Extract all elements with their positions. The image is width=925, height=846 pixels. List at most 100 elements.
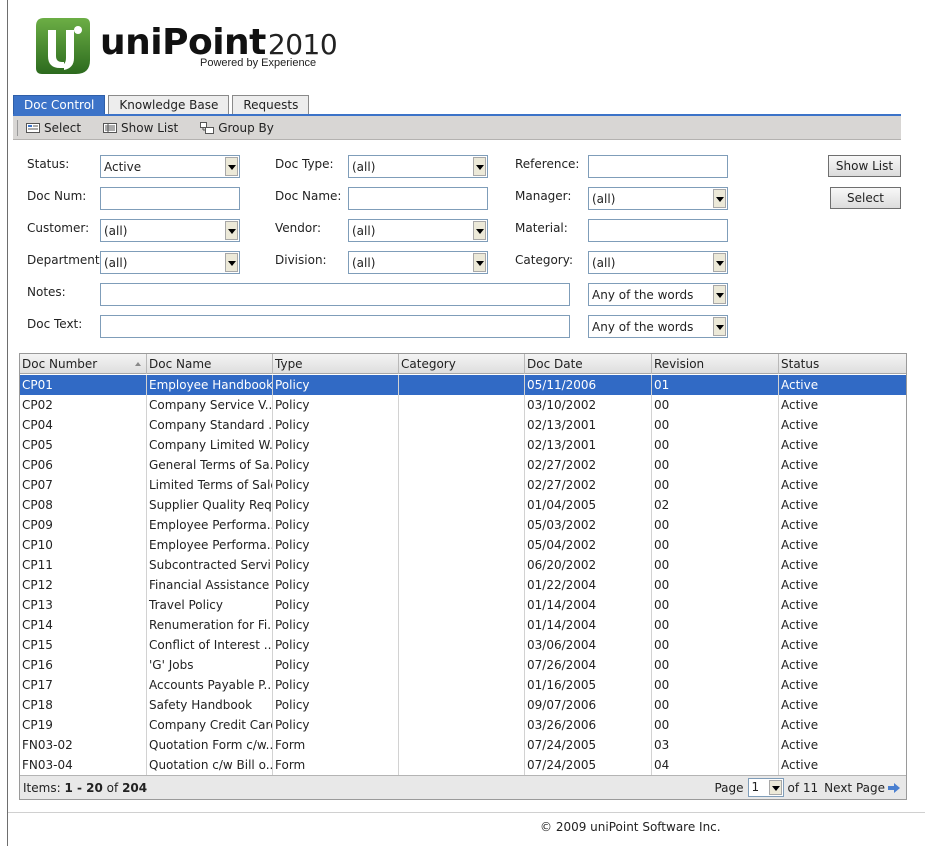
group-by-icon — [200, 121, 215, 134]
group-by-toolbar-button[interactable]: Group By — [200, 121, 274, 135]
table-row[interactable]: CP09 Employee Performa... Policy 05/03/2002… — [20, 515, 906, 535]
doc-text-input[interactable] — [100, 315, 570, 338]
show-list-button[interactable]: Show List — [828, 155, 901, 177]
cell-status: Active — [781, 458, 819, 472]
cell-doc-name: Conflict of Interest ... — [149, 638, 273, 652]
column-header-type[interactable]: Type — [273, 354, 399, 374]
table-row[interactable]: CP10 Employee Performa... Policy 05/04/2002… — [20, 535, 906, 555]
chevron-down-icon — [713, 285, 726, 304]
table-row[interactable]: CP04 Company Standard ... Policy 02/13/2001… — [20, 415, 906, 435]
items-count: Items: 1 - 20 of 204 — [23, 781, 147, 795]
cell-doc-number: CP17 — [22, 678, 53, 692]
table-row[interactable]: CP12 Financial Assistance i...Policy 01/22… — [20, 575, 906, 595]
status-select[interactable]: Active — [100, 155, 240, 178]
tab-knowledge-base[interactable]: Knowledge Base — [108, 95, 230, 115]
table-row[interactable]: CP07 Limited Terms of Sale Policy 02/27/200… — [20, 475, 906, 495]
cell-revision: 00 — [654, 618, 670, 632]
cell-category — [399, 675, 525, 695]
column-header-status[interactable]: Status — [779, 354, 906, 374]
show-list-toolbar-label: Show List — [121, 120, 179, 135]
table-row[interactable]: FN03-02 Quotation Form c/w... Form 07/24/20… — [20, 735, 906, 755]
table-row[interactable]: CP11 Subcontracted Servi... Policy 06/20/20… — [20, 555, 906, 575]
table-row[interactable]: CP13 Travel Policy Policy 01/14/2004 00 Activ… — [20, 595, 906, 615]
table-row[interactable]: CP02 Company Service V... Policy 03/10/2002… — [20, 395, 906, 415]
doc-type-select[interactable]: (all) — [348, 155, 488, 178]
cell-revision: 00 — [654, 538, 670, 552]
cell-doc-date: 02/27/2002 — [527, 478, 597, 492]
tab-doc-control[interactable]: Doc Control — [13, 95, 106, 115]
table-row[interactable]: FN03-04 Quotation c/w Bill o... Form 07/24/… — [20, 755, 906, 775]
division-select-value: (all) — [352, 256, 376, 270]
cell-doc-number: CP02 — [22, 398, 53, 412]
table-row[interactable]: CP01 Employee Handbook Policy 05/11/2006 01 A… — [20, 375, 906, 395]
column-header-category[interactable]: Category — [399, 354, 525, 374]
notes-match-select[interactable]: Any of the words — [588, 283, 728, 306]
cell-doc-date: 01/22/2004 — [527, 578, 597, 592]
column-header-doc-date[interactable]: Doc Date — [525, 354, 652, 374]
table-row[interactable]: CP16 'G' Jobs Policy 07/26/2004 00 Active — [20, 655, 906, 675]
doc-num-input[interactable] — [100, 187, 240, 210]
customer-select[interactable]: (all) — [100, 219, 240, 242]
vendor-select[interactable]: (all) — [348, 219, 488, 242]
table-row[interactable]: CP19 Company Credit Cards Policy 03/26/2006… — [20, 715, 906, 735]
cell-type: Policy — [275, 498, 310, 512]
table-row[interactable]: CP08 Supplier Quality Req... Policy 01/04/2… — [20, 495, 906, 515]
material-input[interactable] — [588, 219, 728, 242]
items-total: 204 — [122, 781, 148, 795]
department-select[interactable]: (all) — [100, 251, 240, 274]
column-header-doc-name[interactable]: Doc Name — [147, 354, 273, 374]
table-row[interactable]: CP17 Accounts Payable P... Policy 01/16/200… — [20, 675, 906, 695]
cell-revision: 00 — [654, 678, 670, 692]
cell-revision: 03 — [654, 738, 670, 752]
table-row[interactable]: CP05 Company Limited W... Policy 02/13/2001… — [20, 435, 906, 455]
grid-footer: Items: 1 - 20 of 204 Page 1 of 11 Next P… — [20, 775, 906, 799]
table-row[interactable]: CP06 General Terms of Sa... Policy 02/27/20… — [20, 455, 906, 475]
cell-doc-date: 01/04/2005 — [527, 498, 597, 512]
division-select[interactable]: (all) — [348, 251, 488, 274]
notes-label: Notes: — [27, 285, 66, 299]
reference-input[interactable] — [588, 155, 728, 178]
material-label: Material: — [515, 221, 568, 235]
cell-category — [399, 655, 525, 675]
app-tagline: Powered by Experience — [200, 57, 317, 69]
cell-status: Active — [781, 538, 819, 552]
doc-text-match-select[interactable]: Any of the words — [588, 315, 728, 338]
select-icon — [26, 122, 40, 133]
tab-requests[interactable]: Requests — [232, 95, 310, 115]
cell-type: Policy — [275, 418, 310, 432]
select-button[interactable]: Select — [830, 187, 901, 209]
cell-doc-number: CP16 — [22, 658, 53, 672]
table-row[interactable]: CP18 Safety Handbook Policy 09/07/2006 00 Act… — [20, 695, 906, 715]
column-header-doc-number[interactable]: Doc Number — [20, 354, 147, 374]
page-select[interactable]: 1 — [747, 778, 784, 797]
select-toolbar-button[interactable]: Select — [26, 121, 81, 135]
cell-status: Active — [781, 418, 819, 432]
cell-revision: 01 — [654, 378, 670, 392]
manager-select[interactable]: (all) — [588, 187, 728, 210]
show-list-toolbar-button[interactable]: Show List — [103, 121, 178, 135]
notes-input[interactable] — [100, 283, 570, 306]
column-divider — [651, 375, 652, 775]
cell-revision: 00 — [654, 718, 670, 732]
doc-name-input[interactable] — [348, 187, 488, 210]
cell-status: Active — [781, 618, 819, 632]
cell-revision: 00 — [654, 398, 670, 412]
cell-doc-name: Company Limited W... — [149, 438, 273, 452]
table-row[interactable]: CP15 Conflict of Interest ... Policy 03/06/… — [20, 635, 906, 655]
cell-doc-name: Employee Performa... — [149, 518, 273, 532]
arrow-right-icon — [888, 782, 900, 793]
next-page-link[interactable]: Next Page — [824, 781, 900, 795]
cell-doc-name: Employee Handbook — [149, 378, 273, 392]
cell-doc-name: Limited Terms of Sale — [149, 478, 273, 492]
cell-doc-number: CP13 — [22, 598, 53, 612]
cell-category — [399, 635, 525, 655]
table-row[interactable]: CP14 Renumeration for Fi... Policy 01/14/20… — [20, 615, 906, 635]
cell-doc-name: Travel Policy — [149, 598, 224, 612]
column-header-revision[interactable]: Revision — [652, 354, 779, 374]
doc-text-label: Doc Text: — [27, 317, 83, 331]
cell-category — [399, 695, 525, 715]
category-select[interactable]: (all) — [588, 251, 728, 274]
cell-type: Policy — [275, 538, 310, 552]
cell-doc-number: CP01 — [22, 378, 53, 392]
next-page-label: Next Page — [824, 780, 885, 795]
